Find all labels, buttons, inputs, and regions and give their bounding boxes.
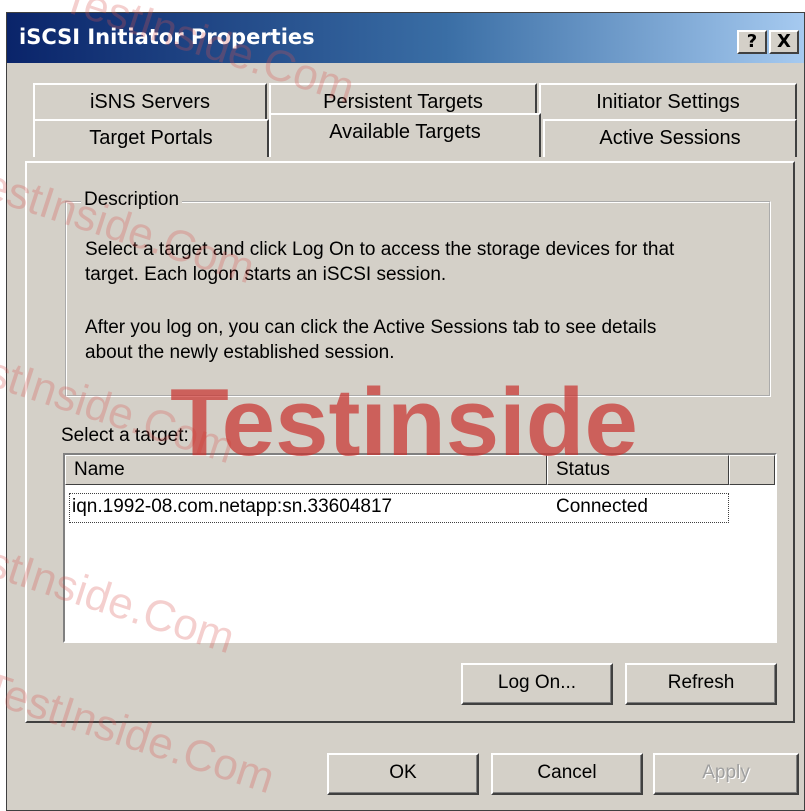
tab-initiator-settings[interactable]: Initiator Settings <box>539 83 797 121</box>
description-line-2: target. Each logon starts an iSCSI sessi… <box>85 264 447 285</box>
column-header-status[interactable]: Status <box>547 455 729 485</box>
description-group: Description Select a target and click Lo… <box>65 189 771 397</box>
log-on-button[interactable]: Log On... <box>461 663 613 705</box>
tab-isns-servers[interactable]: iSNS Servers <box>33 83 267 121</box>
column-header-filler <box>729 455 775 485</box>
target-name-cell: iqn.1992-08.com.netapp:sn.33604817 <box>72 496 393 517</box>
cancel-button[interactable]: Cancel <box>491 753 643 795</box>
targets-list[interactable]: Name Status iqn.1992-08.com.netapp:sn.33… <box>63 453 777 643</box>
close-button[interactable]: X <box>769 30 799 54</box>
description-line-4: about the newly established session. <box>85 342 395 363</box>
tab-panel-available-targets: Description Select a target and click Lo… <box>25 161 795 723</box>
tab-target-portals[interactable]: Target Portals <box>33 119 269 157</box>
title-bar: iSCSI Initiator Properties ? X <box>7 13 804 63</box>
target-status-cell: Connected <box>556 496 648 517</box>
description-legend: Description <box>81 189 183 211</box>
refresh-button[interactable]: Refresh <box>625 663 777 705</box>
window-title: iSCSI Initiator Properties <box>19 25 315 49</box>
help-button[interactable]: ? <box>737 30 767 54</box>
table-row[interactable]: iqn.1992-08.com.netapp:sn.33604817 Conne… <box>69 493 729 523</box>
tab-available-targets[interactable]: Available Targets <box>269 113 541 157</box>
apply-button: Apply <box>653 753 799 795</box>
select-target-label: Select a target: <box>61 425 189 446</box>
ok-button[interactable]: OK <box>327 753 479 795</box>
description-line-1: Select a target and click Log On to acce… <box>85 239 675 260</box>
tab-active-sessions[interactable]: Active Sessions <box>543 119 797 157</box>
dialog-window: iSCSI Initiator Properties ? X iSNS Serv… <box>6 12 805 811</box>
description-line-3: After you log on, you can click the Acti… <box>85 317 657 338</box>
column-header-name[interactable]: Name <box>65 455 547 485</box>
